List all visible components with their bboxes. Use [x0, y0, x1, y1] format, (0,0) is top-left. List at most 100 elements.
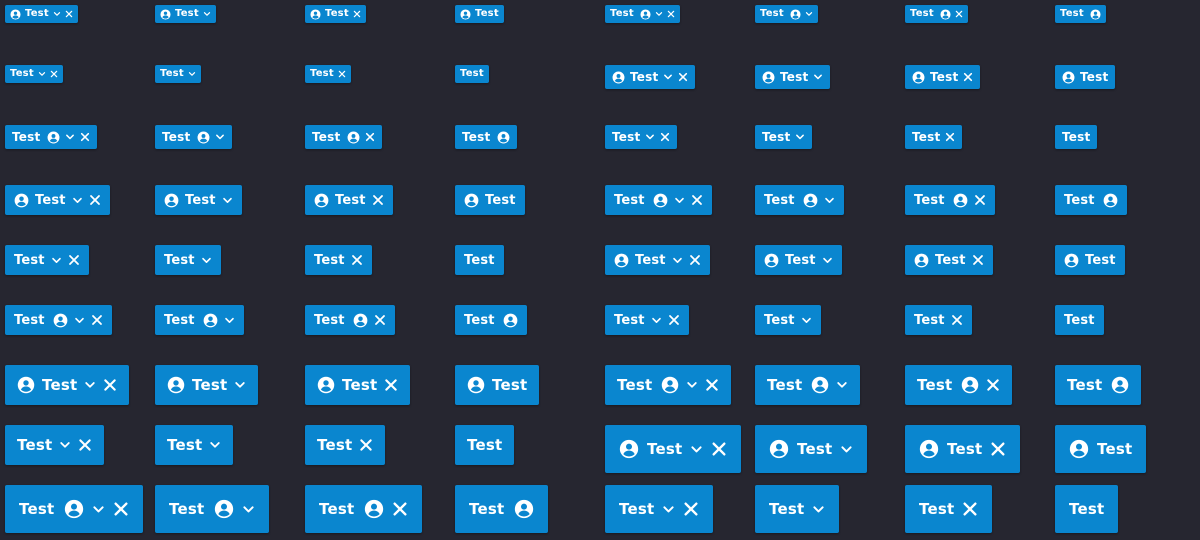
close-icon[interactable] [711, 441, 727, 457]
close-icon[interactable] [683, 501, 699, 517]
chevron-down-icon[interactable] [234, 379, 246, 391]
chip-avatar-trail[interactable]: Test [455, 125, 518, 149]
chip-avatar-lead[interactable]: Test [1055, 65, 1116, 89]
chevron-down-icon[interactable] [222, 195, 233, 206]
chip-avatar-lead[interactable]: Test [455, 365, 540, 405]
chevron-down-icon[interactable] [242, 503, 255, 516]
close-icon[interactable] [50, 70, 58, 78]
close-icon[interactable] [78, 438, 92, 452]
close-icon[interactable] [89, 194, 101, 206]
chip-avatar-lead-drop-close[interactable]: Test [605, 65, 696, 89]
chip-avatar-lead-close[interactable]: Test [905, 425, 1021, 473]
chip-avatar-trail-close[interactable]: Test [905, 185, 995, 215]
close-icon[interactable] [103, 378, 117, 392]
chip-drop-close[interactable]: Test [5, 245, 89, 275]
chevron-down-icon[interactable] [805, 10, 813, 18]
close-icon[interactable] [667, 10, 675, 18]
close-icon[interactable] [384, 378, 398, 392]
chip-avatar-lead-drop-close[interactable]: Test [5, 365, 130, 405]
close-icon[interactable] [990, 441, 1006, 457]
chevron-down-icon[interactable] [203, 10, 211, 18]
chip-drop[interactable]: Test [755, 485, 840, 533]
chevron-down-icon[interactable] [38, 70, 46, 78]
close-icon[interactable] [951, 314, 963, 326]
close-icon[interactable] [392, 501, 408, 517]
chip-drop-close[interactable]: Test [5, 425, 105, 465]
close-icon[interactable] [353, 10, 361, 18]
chevron-down-icon[interactable] [801, 315, 812, 326]
chevron-down-icon[interactable] [188, 70, 196, 78]
chip-plain[interactable]: Test [455, 245, 504, 275]
chip-drop[interactable]: Test [155, 425, 234, 465]
chevron-down-icon[interactable] [224, 315, 235, 326]
chip-avatar-trail-drop[interactable]: Test [155, 485, 270, 533]
close-icon[interactable] [351, 254, 363, 266]
chip-avatar-lead-drop-close[interactable]: Test [5, 5, 78, 23]
chevron-down-icon[interactable] [59, 439, 71, 451]
chevron-down-icon[interactable] [663, 72, 673, 82]
chevron-down-icon[interactable] [51, 255, 62, 266]
chevron-down-icon[interactable] [651, 315, 662, 326]
chip-avatar-trail-drop-close[interactable]: Test [5, 305, 112, 335]
chip-avatar-lead-drop[interactable]: Test [155, 365, 259, 405]
chevron-down-icon[interactable] [813, 72, 823, 82]
close-icon[interactable] [668, 314, 680, 326]
chip-avatar-trail[interactable]: Test [1055, 185, 1127, 215]
chip-drop-close[interactable]: Test [5, 65, 63, 83]
close-icon[interactable] [372, 194, 384, 206]
chip-avatar-lead-drop[interactable]: Test [155, 185, 242, 215]
chip-avatar-trail-drop[interactable]: Test [755, 5, 818, 23]
chevron-down-icon[interactable] [84, 379, 96, 391]
chip-avatar-trail-close[interactable]: Test [305, 305, 395, 335]
chip-avatar-trail-drop[interactable]: Test [755, 185, 844, 215]
chevron-down-icon[interactable] [74, 315, 85, 326]
chevron-down-icon[interactable] [690, 443, 703, 456]
chevron-down-icon[interactable] [72, 195, 83, 206]
close-icon[interactable] [986, 378, 1000, 392]
chip-drop[interactable]: Test [155, 245, 221, 275]
chevron-down-icon[interactable] [672, 255, 683, 266]
chip-drop-close[interactable]: Test [605, 125, 678, 149]
chip-avatar-lead[interactable]: Test [455, 5, 504, 23]
chevron-down-icon[interactable] [836, 379, 848, 391]
close-icon[interactable] [689, 254, 701, 266]
chevron-down-icon[interactable] [686, 379, 698, 391]
chip-avatar-lead-drop[interactable]: Test [755, 245, 842, 275]
chip-avatar-trail-close[interactable]: Test [305, 485, 423, 533]
close-icon[interactable] [691, 194, 703, 206]
close-icon[interactable] [374, 314, 386, 326]
close-icon[interactable] [972, 254, 984, 266]
chip-close[interactable]: Test [905, 305, 972, 335]
chip-avatar-trail-drop[interactable]: Test [155, 305, 244, 335]
close-icon[interactable] [359, 438, 373, 452]
close-icon[interactable] [68, 254, 80, 266]
chip-avatar-trail-close[interactable]: Test [905, 5, 968, 23]
chip-avatar-lead-drop-close[interactable]: Test [605, 245, 710, 275]
chevron-down-icon[interactable] [840, 443, 853, 456]
chip-avatar-lead-close[interactable]: Test [305, 185, 393, 215]
chip-close[interactable]: Test [305, 65, 351, 83]
close-icon[interactable] [113, 501, 129, 517]
chip-drop-close[interactable]: Test [605, 485, 714, 533]
chevron-down-icon[interactable] [645, 132, 655, 142]
chip-avatar-lead[interactable]: Test [1055, 245, 1125, 275]
chevron-down-icon[interactable] [65, 132, 75, 142]
chip-avatar-lead-close[interactable]: Test [305, 5, 366, 23]
chip-plain[interactable]: Test [455, 65, 489, 83]
close-icon[interactable] [65, 10, 73, 18]
chip-avatar-trail[interactable]: Test [455, 305, 527, 335]
close-icon[interactable] [338, 70, 346, 78]
close-icon[interactable] [945, 132, 955, 142]
chip-drop[interactable]: Test [155, 65, 201, 83]
chip-plain[interactable]: Test [1055, 305, 1104, 335]
chip-avatar-trail[interactable]: Test [455, 485, 549, 533]
close-icon[interactable] [705, 378, 719, 392]
chevron-down-icon[interactable] [53, 10, 61, 18]
chip-avatar-lead-drop-close[interactable]: Test [5, 185, 110, 215]
chip-plain[interactable]: Test [455, 425, 515, 465]
close-icon[interactable] [974, 194, 986, 206]
chip-avatar-lead-close[interactable]: Test [905, 245, 993, 275]
chip-avatar-trail[interactable]: Test [1055, 365, 1142, 405]
chip-avatar-lead-drop-close[interactable]: Test [605, 425, 742, 473]
chip-close[interactable]: Test [305, 245, 372, 275]
